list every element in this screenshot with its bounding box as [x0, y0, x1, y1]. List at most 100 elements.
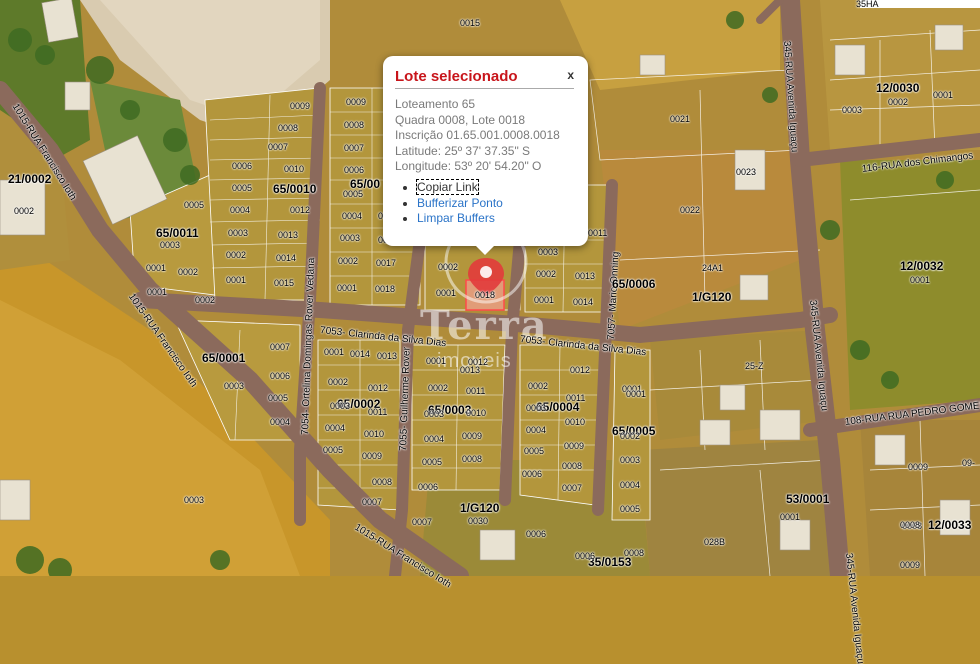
lot-label: 0005: [184, 200, 205, 210]
lot-label: 0005: [268, 393, 289, 403]
block-label: 65/0010: [273, 182, 317, 196]
popup-info: Loteamento 65 Quadra 0008, Lote 0018 Ins…: [395, 97, 560, 175]
lot-label: 0002: [438, 262, 459, 272]
action-item: Bufferizar Ponto: [417, 196, 503, 212]
lot-label: 0012: [290, 205, 311, 215]
lot-label: 0006: [522, 469, 543, 479]
lot-label: 0001: [426, 356, 447, 366]
lot-label: 0008: [462, 454, 483, 464]
lot-label: 0011: [566, 393, 586, 403]
lot-label: 0005: [524, 446, 545, 456]
close-icon[interactable]: x: [567, 68, 574, 82]
lot-label: 0003: [620, 455, 641, 465]
lot-label: 0013: [377, 351, 398, 361]
block-label: 65/0006: [612, 277, 656, 291]
lot-label: 0005: [620, 504, 641, 514]
lot-label: 0013: [278, 230, 299, 240]
info-inscricao: Inscrição 01.65.001.0008.0018: [395, 128, 560, 142]
lot-label: 0003: [842, 105, 863, 115]
block-label: 35HA: [856, 0, 879, 9]
lot-label: 0001: [146, 263, 167, 273]
lot-label: 0010: [284, 164, 305, 174]
action-item: Limpar Buffers: [417, 211, 503, 227]
lot-label: 0006: [270, 371, 291, 381]
lot-label: 0007: [362, 497, 383, 507]
lot-label: 0001: [626, 389, 647, 399]
lot-label: 0003: [340, 233, 361, 243]
lot-label: 0007: [344, 143, 365, 153]
block-label: 12/0032: [900, 259, 944, 273]
lot-info-popup: Lote selecionado x Loteamento 65 Quadra …: [383, 56, 588, 255]
lot-label: 0006: [418, 482, 439, 492]
lot-label: 0014: [276, 253, 297, 263]
lot-label: 0002: [178, 267, 199, 277]
lot-label: 0007: [268, 142, 289, 152]
lot-label: 0003: [424, 409, 445, 419]
lot-label: 0009: [362, 451, 383, 461]
lot-label: 0008: [278, 123, 299, 133]
lot-label: 0005: [343, 189, 364, 199]
lot-label: 25-Z: [745, 361, 764, 371]
lot-label: 0023: [736, 167, 757, 177]
action-item: Copiar Link: [416, 179, 503, 196]
lot-label: 0003: [330, 401, 351, 411]
lot-label: 0004: [325, 423, 346, 433]
lot-label: 0006: [526, 529, 547, 539]
lot-label: 0005: [232, 183, 253, 193]
block-label: 53/0001: [786, 492, 830, 506]
lot-label: 0011: [466, 386, 486, 396]
lot-label: 0004: [270, 417, 291, 427]
copy-link-link[interactable]: Copiar Link: [416, 179, 479, 195]
lot-label: 0022: [680, 205, 701, 215]
lot-label: 0002: [428, 383, 449, 393]
lot-label: 0006: [344, 165, 365, 175]
popup-title: Lote selecionado: [395, 68, 518, 85]
lot-label: 0001: [933, 90, 954, 100]
lot-label: 0004: [526, 425, 547, 435]
lot-label: 0006: [232, 161, 253, 171]
clear-buffers-link[interactable]: Limpar Buffers: [417, 211, 495, 225]
lot-label: 0015: [274, 278, 295, 288]
lot-label: 0013: [575, 271, 596, 281]
lot-label: 028B: [704, 537, 726, 547]
lot-label: 0007: [562, 483, 583, 493]
lot-label: 0001: [910, 275, 931, 285]
lot-label: 0007: [270, 342, 291, 352]
lot-label: 0009: [564, 441, 585, 451]
lot-label: 0002: [226, 250, 247, 260]
lot-label: 0002: [195, 295, 216, 305]
lot-label: 0001: [337, 283, 358, 293]
lot-label: 0010: [364, 429, 385, 439]
lot-label: 0002: [328, 377, 349, 387]
lot-label: 0009: [900, 560, 921, 570]
lot-label: 0018: [475, 290, 496, 300]
lot-label: 0003: [228, 228, 249, 238]
lot-label: 0015: [460, 18, 481, 28]
lot-label: 0002: [536, 269, 557, 279]
lot-label: 0014: [573, 297, 594, 307]
block-label: 65/0011: [156, 226, 199, 240]
buffer-point-link[interactable]: Bufferizar Ponto: [417, 196, 503, 210]
lot-label: 0001: [780, 512, 801, 522]
lot-label: 0001: [436, 288, 457, 298]
lot-label: 0001: [534, 295, 555, 305]
block-label: 65/0001: [202, 351, 246, 365]
lot-label: 0011: [368, 407, 388, 417]
lot-label: 0002: [620, 431, 641, 441]
info-quadra-lote: Quadra 0008, Lote 0018: [395, 112, 526, 127]
info-latitude: Latitude: 25º 37' 37.35" S: [395, 143, 531, 158]
lot-label: 0004: [620, 480, 641, 490]
lot-label: 0005: [323, 445, 344, 455]
lot-label: 0001: [147, 287, 168, 297]
block-label: 12/0033: [928, 518, 972, 532]
lot-label: 0008: [562, 461, 583, 471]
lot-label: 24A1: [702, 263, 724, 273]
info-longitude: Longitude: 53º 20' 54.20" O: [395, 159, 542, 173]
lot-label: 0003: [184, 495, 205, 505]
lot-label: 0008: [624, 548, 645, 558]
popup-divider: [395, 88, 574, 89]
lot-label: 0009: [346, 97, 367, 107]
lot-label: 0011: [588, 228, 608, 238]
lot-label: 0014: [350, 349, 371, 359]
lot-label: 0007: [412, 517, 433, 527]
